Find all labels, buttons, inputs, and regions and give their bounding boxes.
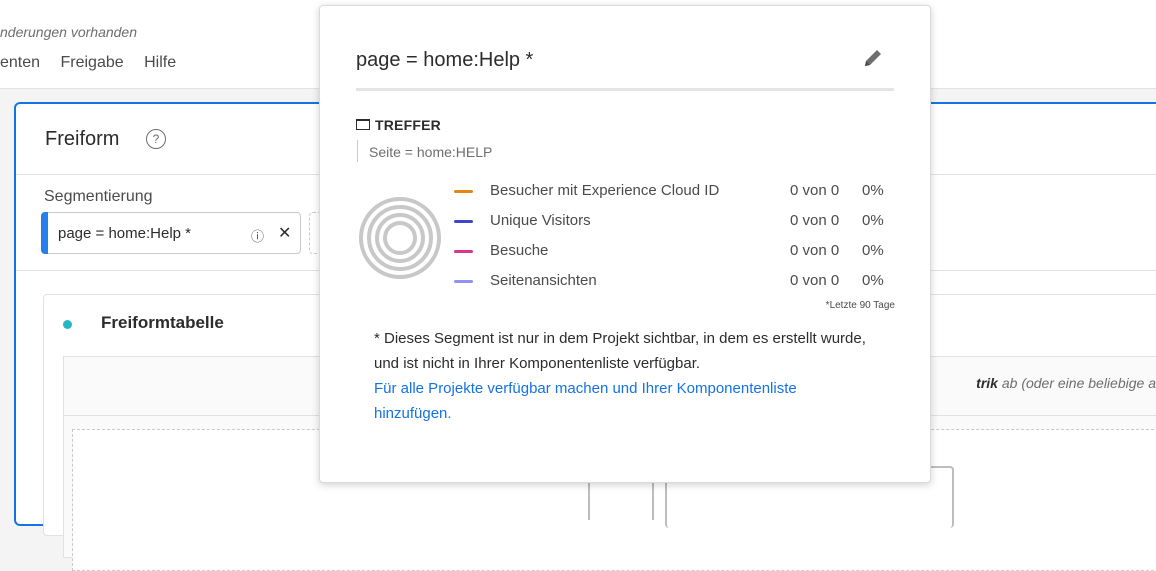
drop-hint-bold: trik [976,375,998,391]
segment-chip-label: page = home:Help * [58,225,192,242]
info-icon[interactable]: ⓘ [251,226,264,245]
menu-item-share[interactable]: Freigabe [61,54,124,71]
rule-indent-line [357,140,358,162]
segment-preview-popover: page = home:Help * TREFFER Seite = home:… [319,5,931,483]
metric-value: 0 von 0 [790,182,840,199]
menu-item-components[interactable]: enten [0,54,40,71]
drop-hint: trik ab (oder eine beliebige ander [976,375,1156,391]
concentric-rings-icon [359,197,441,279]
segment-rule: Seite = home:HELP [369,144,493,160]
metric-value: 0 von 0 [790,212,840,229]
metric-value: 0 von 0 [790,272,840,289]
panel-title: Freiform [45,128,120,150]
metric-color-swatch [454,220,473,223]
container-icon [356,119,370,130]
unsaved-changes-status: nderungen vorhanden [0,24,138,40]
segment-visibility-note: * Dieses Segment ist nur in dem Projekt … [374,330,866,372]
close-icon[interactable]: ✕ [278,223,291,243]
popover-divider [356,88,894,91]
metric-color-swatch [454,280,473,283]
help-icon[interactable]: ? [146,129,166,149]
metric-row: Seitenansichten 0 von 0 0% [454,272,894,292]
metric-name: Besuche [490,242,549,259]
metric-color-swatch [454,250,473,253]
metric-percent: 0% [862,242,884,259]
freeform-table-title: Freiformtabelle [101,313,224,332]
metric-name: Unique Visitors [490,212,591,229]
metric-name: Seitenansichten [490,272,597,289]
metric-percent: 0% [862,212,884,229]
metric-value: 0 von 0 [790,242,840,259]
drag-handle-icon[interactable] [41,212,48,254]
metric-percent: 0% [862,272,884,289]
make-public-link[interactable]: Für alle Projekte verfügbar machen und I… [374,376,874,426]
metric-name: Besucher mit Experience Cloud ID [490,182,720,199]
metric-percent: 0% [862,182,884,199]
segment-chip[interactable]: page = home:Help * ⓘ ✕ [41,212,301,254]
time-range-footnote: *Letzte 90 Tage [825,300,895,311]
pencil-icon[interactable] [861,46,885,70]
drop-hint-rest: ab (oder eine beliebige ander [1001,375,1156,391]
placeholder-graphic [588,478,654,520]
status-dot-icon [63,320,72,329]
metric-row: Unique Visitors 0 von 0 0% [454,212,894,232]
segment-drop-label: Segmentierung [44,188,153,205]
metric-row: Besuche 0 von 0 0% [454,242,894,262]
container-label: TREFFER [375,117,441,133]
metric-color-swatch [454,190,473,193]
menu-bar: enten Freigabe Hilfe [0,54,192,72]
metric-row: Besucher mit Experience Cloud ID 0 von 0… [454,182,894,202]
menu-item-help[interactable]: Hilfe [144,54,176,71]
popover-title: page = home:Help * [356,49,534,71]
